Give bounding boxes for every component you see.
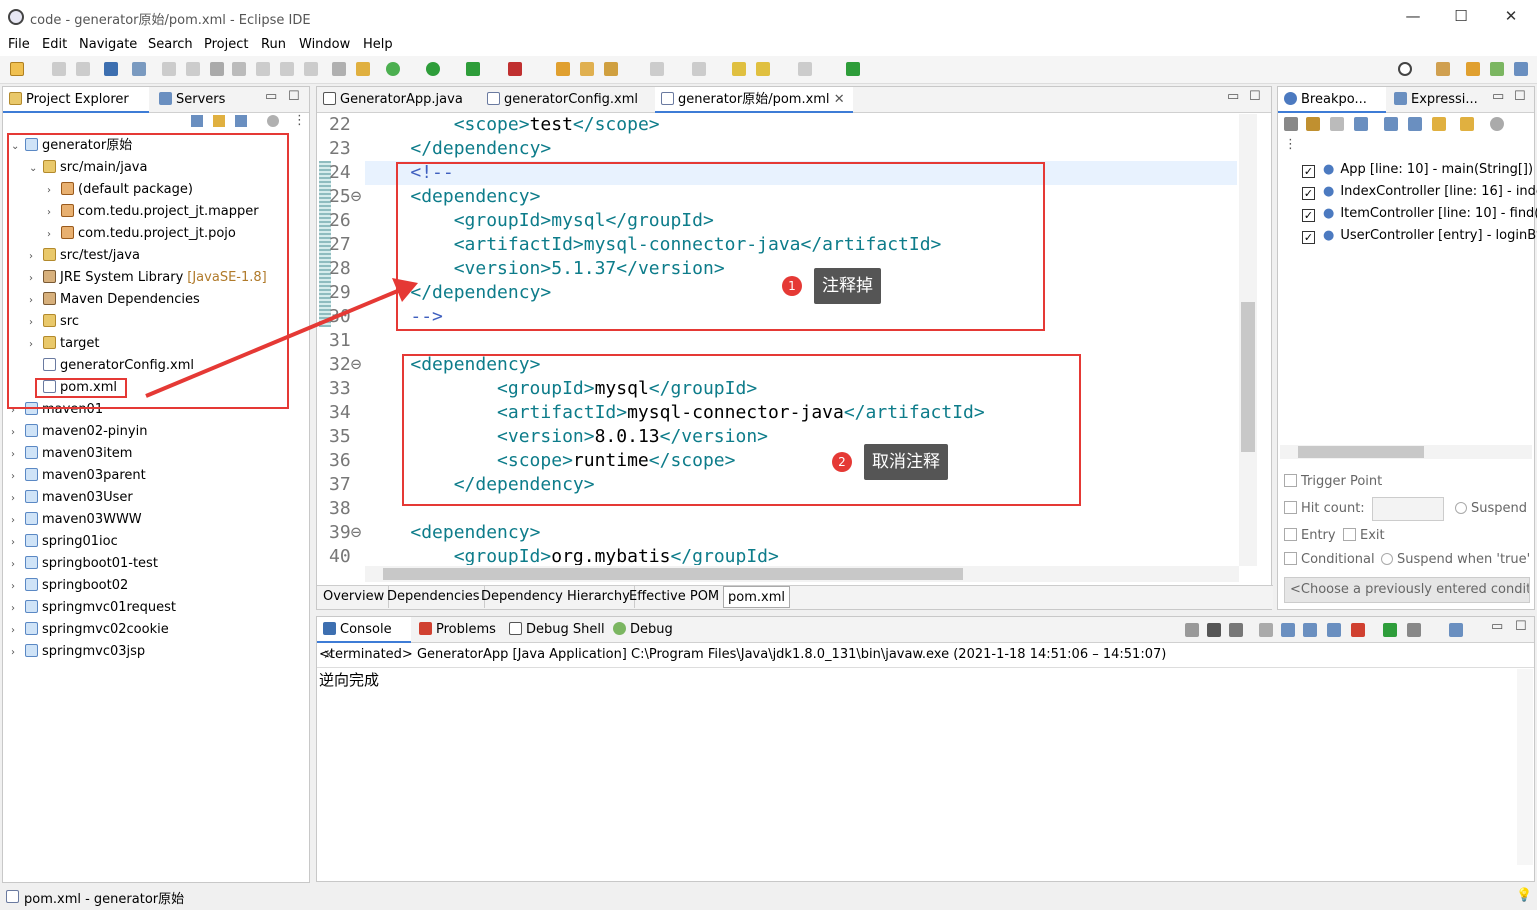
- annotation-badge-1: 1: [782, 276, 802, 296]
- annotation-arrow: [145, 278, 418, 398]
- annotation-label-uncomment: 取消注释: [864, 444, 948, 480]
- annotation-label-comment: 注释掉: [814, 268, 881, 304]
- annotation-badge-2: 2: [832, 452, 852, 472]
